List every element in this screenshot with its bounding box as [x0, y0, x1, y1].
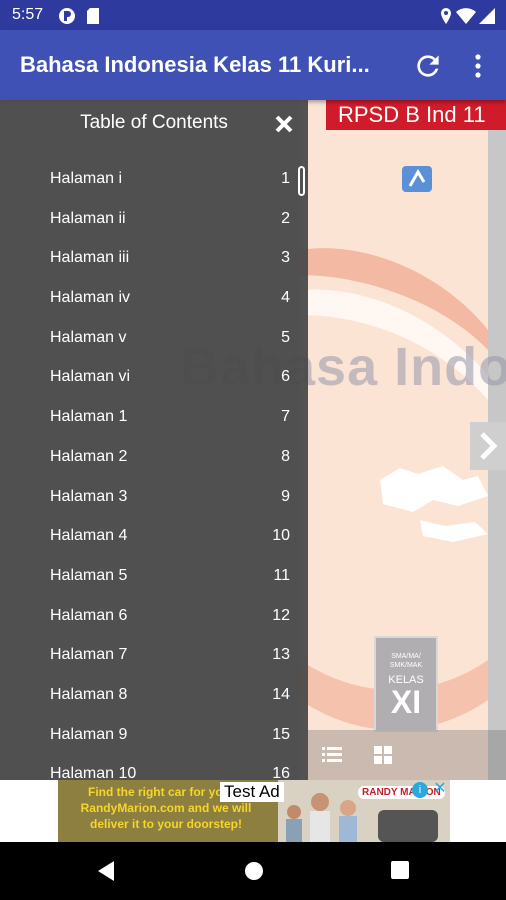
close-icon[interactable] — [272, 112, 296, 136]
toc-list: Halaman i 1 Halaman ii 2 Halaman iii 3 Halaman… — [0, 160, 308, 780]
grid-view-icon[interactable] — [374, 746, 392, 764]
grade-school-types: SMA/MA/ SMK/MAK — [389, 653, 423, 669]
toc-item[interactable]: Halaman ii 2 — [0, 200, 308, 240]
app-notification-icon — [59, 8, 75, 24]
list-view-icon[interactable] — [322, 746, 342, 764]
grade-level-box: SMA/MA/ SMK/MAK KELAS XI — [374, 636, 438, 732]
app-title: Bahasa Indonesia Kelas 11 Kuri... — [20, 52, 370, 77]
toc-item[interactable]: Halaman 1 7 — [0, 398, 308, 438]
ad-close-icon[interactable]: ✕ — [432, 780, 448, 798]
status-bar: 5:57 — [0, 0, 506, 30]
toc-item-page-number: 11 — [273, 566, 290, 584]
toc-item[interactable]: Halaman 10 16 — [0, 755, 308, 780]
toc-item[interactable]: Halaman vi 6 — [0, 358, 308, 398]
ad-banner[interactable]: Find the right car for you at RandyMario… — [58, 780, 450, 842]
refresh-icon[interactable] — [412, 50, 444, 82]
toc-item-page-number: 2 — [281, 209, 290, 227]
toc-item-label: Halaman v — [50, 328, 127, 346]
toc-item[interactable]: Halaman 7 13 — [0, 636, 308, 676]
chevron-right-icon — [480, 432, 498, 460]
toc-item-label: Halaman 8 — [50, 685, 128, 703]
toc-item-label: Halaman vi — [50, 368, 131, 386]
home-icon[interactable] — [243, 860, 265, 882]
toc-item[interactable]: Halaman 6 12 — [0, 597, 308, 637]
toc-item-page-number: 4 — [281, 289, 290, 307]
toc-item-page-number: 15 — [272, 725, 290, 743]
toc-item[interactable]: Halaman iv 4 — [0, 279, 308, 319]
book-viewer[interactable]: Bahasa Indonesia RPSD B Ind 11 SMA/MA/ S… — [0, 100, 506, 780]
toc-item-page-number: 12 — [272, 606, 290, 624]
toc-item-label: Halaman ii — [50, 209, 126, 227]
toc-item-label: Halaman 7 — [50, 646, 128, 664]
grade-number: XI — [390, 684, 422, 720]
back-icon[interactable] — [96, 860, 116, 882]
toc-item[interactable]: Halaman 2 8 — [0, 438, 308, 478]
next-page-button[interactable] — [470, 422, 506, 470]
toc-item-label: Halaman 4 — [50, 527, 128, 545]
recents-icon[interactable] — [390, 860, 410, 880]
toc-item[interactable]: Halaman 5 11 — [0, 557, 308, 597]
toc-item-page-number: 1 — [281, 170, 290, 187]
toc-item-page-number: 3 — [281, 249, 290, 267]
toc-item[interactable]: Halaman 9 15 — [0, 716, 308, 756]
sd-card-icon — [87, 8, 99, 24]
toc-item[interactable]: Halaman 3 9 — [0, 478, 308, 518]
signal-icon — [479, 8, 495, 24]
toc-item-label: Halaman iv — [50, 289, 131, 307]
toc-item-label: Halaman 3 — [50, 487, 128, 505]
more-vert-icon[interactable] — [466, 50, 490, 82]
status-time: 5:57 — [12, 6, 44, 23]
toc-item-label: Halaman 1 — [50, 408, 128, 426]
viewer-toolbar — [308, 730, 506, 780]
toc-item-page-number: 8 — [281, 447, 290, 465]
drawer-title: Table of Contents — [80, 112, 228, 133]
ad-info-icon[interactable]: i — [412, 782, 428, 798]
toc-item-label: Halaman 10 — [50, 765, 137, 780]
toc-item-label: Halaman 9 — [50, 725, 128, 743]
toc-item-label: Halaman iii — [50, 249, 130, 267]
toc-item[interactable]: Halaman v 5 — [0, 319, 308, 359]
app-bar: Bahasa Indonesia Kelas 11 Kuri... — [0, 30, 506, 100]
toc-item-label: Halaman 5 — [50, 566, 128, 584]
toc-item[interactable]: Halaman 4 10 — [0, 517, 308, 557]
wifi-icon — [456, 8, 476, 24]
toc-item-page-number: 6 — [281, 368, 290, 386]
ad-area: Find the right car for you at RandyMario… — [0, 780, 506, 842]
toc-item-label: Halaman 2 — [50, 447, 128, 465]
ministry-logo-icon — [402, 166, 432, 192]
toc-item-page-number: 16 — [272, 765, 290, 780]
toc-item-page-number: 14 — [272, 685, 290, 703]
toc-item-page-number: 10 — [272, 527, 290, 545]
toc-item-label: Halaman i — [50, 170, 123, 187]
toc-item[interactable]: Halaman i 1 — [0, 160, 308, 200]
toc-item-label: Halaman 6 — [50, 606, 128, 624]
toc-item-page-number: 5 — [281, 328, 290, 346]
location-icon — [441, 8, 451, 24]
system-navigation-bar — [0, 842, 506, 900]
toc-item-page-number: 9 — [281, 487, 290, 505]
toc-item-page-number: 13 — [272, 646, 290, 664]
table-of-contents-drawer: Table of Contents Halaman i 1 Halaman ii 2 H… — [0, 100, 308, 780]
book-title-badge: RPSD B Ind 11 — [326, 100, 506, 130]
toc-item[interactable]: Halaman 8 14 — [0, 676, 308, 716]
ad-test-label: Test Ad — [220, 782, 284, 802]
toc-item-page-number: 7 — [281, 408, 290, 426]
toc-item[interactable]: Halaman iii 3 — [0, 239, 308, 279]
